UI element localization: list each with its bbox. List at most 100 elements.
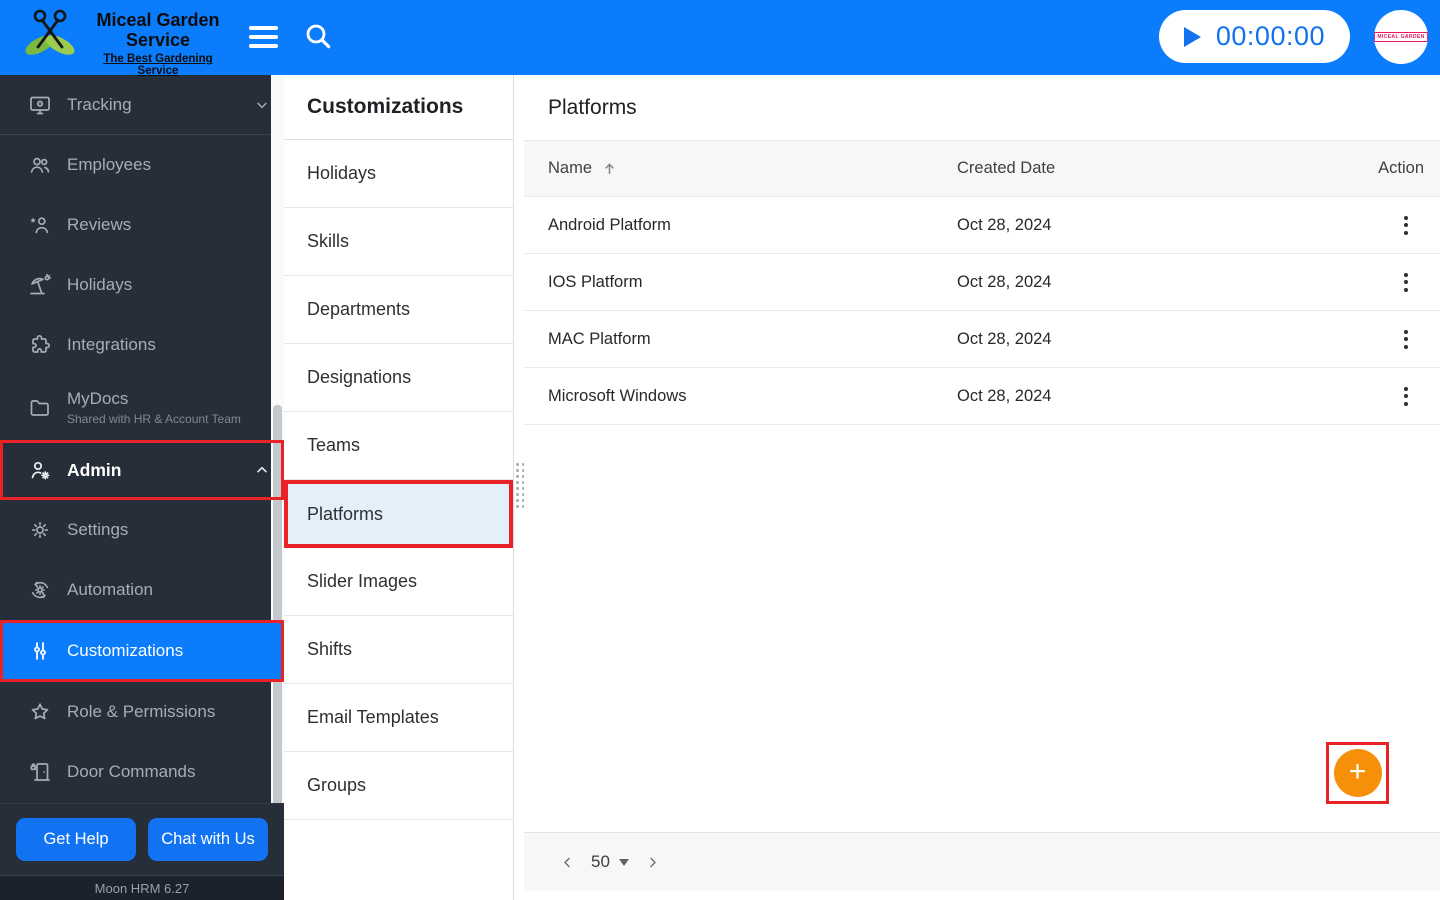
sidebar-item-label: Door Commands — [67, 762, 196, 781]
sidebar: Tracking Employees Reviews Holidays Inte… — [0, 75, 284, 900]
brand-text: Miceal Garden Service The Best Gardening… — [82, 3, 234, 77]
table-row: IOS Platform Oct 28, 2024 — [524, 254, 1440, 311]
next-page-button[interactable] — [643, 850, 663, 874]
created-date-cell: Oct 28, 2024 — [957, 386, 1052, 405]
sidebar-item-tracking[interactable]: Tracking — [0, 75, 284, 135]
sidebar-item-label: Customizations — [67, 641, 184, 660]
created-date-cell: Oct 28, 2024 — [957, 329, 1052, 348]
sidebar-item-door-commands[interactable]: Door Commands — [0, 742, 284, 802]
table-row: MAC Platform Oct 28, 2024 — [524, 311, 1440, 368]
platform-name-cell: IOS Platform — [548, 272, 643, 291]
sidebar-item-settings[interactable]: Settings — [0, 500, 284, 560]
column-header-created-date: Created Date — [957, 159, 1056, 177]
chevron-right-icon — [650, 857, 657, 867]
search-icon — [306, 24, 331, 48]
created-date-cell: Oct 28, 2024 — [957, 215, 1052, 234]
row-actions-kebab-icon[interactable] — [1388, 321, 1424, 357]
sidebar-item-automation[interactable]: Automation — [0, 560, 284, 620]
customizations-sliders-icon — [34, 642, 46, 660]
row-actions-kebab-icon[interactable] — [1388, 207, 1424, 243]
sidebar-item-customizations[interactable]: Customizations — [0, 620, 284, 682]
subnav-item-shifts[interactable]: Shifts — [284, 616, 513, 684]
get-help-button[interactable]: Get Help — [16, 818, 136, 861]
row-actions-kebab-icon[interactable] — [1388, 264, 1424, 300]
brand-tagline: The Best Gardening Service — [103, 53, 213, 78]
door-commands-icon — [30, 763, 50, 781]
sidebar-item-label: Employees — [67, 155, 152, 174]
avatar[interactable]: MICEAL GARDEN — [1374, 10, 1428, 64]
timer-value: 00:00:00 — [1215, 21, 1325, 51]
sidebar-item-reviews[interactable]: Reviews — [0, 195, 284, 255]
sidebar-footer: Get Help Chat with Us Moon HRM 6.27 — [0, 803, 284, 900]
previous-page-button[interactable] — [557, 850, 577, 874]
subnav-item-slider-images[interactable]: Slider Images — [284, 548, 513, 616]
sort-ascending-icon — [605, 163, 614, 174]
sidebar-item-label: Tracking — [67, 94, 132, 114]
sidebar-item-role-permissions[interactable]: Role & Permissions — [0, 682, 284, 742]
role-permissions-star-icon — [31, 703, 49, 720]
subnav-item-email-templates[interactable]: Email Templates — [284, 684, 513, 752]
timer-button[interactable]: 00:00:00 — [1158, 10, 1350, 63]
platform-name-cell: Android Platform — [548, 215, 671, 234]
subnav-item-groups[interactable]: Groups — [284, 752, 513, 820]
app-version: Moon HRM 6.27 — [0, 875, 284, 900]
column-header-action: Action — [1378, 159, 1424, 177]
subnav-item-teams[interactable]: Teams — [284, 412, 513, 480]
sidebar-item-label: Reviews — [67, 215, 132, 234]
chevron-left-icon — [563, 857, 570, 867]
platform-name-cell: Microsoft Windows — [548, 386, 687, 405]
sidebar-item-integrations[interactable]: Integrations — [0, 315, 284, 375]
sidebar-item-mydocs[interactable]: MyDocs Shared with HR & Account Team — [0, 375, 284, 440]
menu-toggle-button[interactable] — [249, 24, 278, 50]
sidebar-footer-buttons: Get Help Chat with Us — [0, 804, 284, 875]
admin-user-gear-icon — [31, 461, 50, 480]
app-header: Miceal Garden Service The Best Gardening… — [0, 0, 1440, 77]
sidebar-item-label: Settings — [67, 520, 129, 539]
mydocs-folder-icon — [30, 399, 49, 416]
subnav-item-platforms[interactable]: Platforms — [284, 480, 513, 548]
page-title: Platforms — [548, 95, 637, 119]
sidebar-item-label: Holidays — [67, 275, 133, 294]
chevron-down-icon — [257, 102, 267, 108]
fab-highlight-frame: + — [1326, 742, 1389, 804]
subnav-item-designations[interactable]: Designations — [284, 344, 513, 412]
panel-resize-strip[interactable] — [515, 75, 525, 900]
sidebar-item-label: Admin — [67, 459, 122, 480]
add-platform-button[interactable]: + — [1333, 749, 1382, 797]
chat-with-us-button[interactable]: Chat with Us — [148, 818, 268, 861]
brand-logo-icon — [25, 9, 75, 55]
sidebar-item-texts: MyDocs Shared with HR & Account Team — [67, 389, 241, 426]
hamburger-bar — [249, 44, 278, 48]
subnav-item-skills[interactable]: Skills — [284, 208, 513, 276]
settings-gear-icon — [31, 521, 49, 539]
sidebar-item-subtitle: Shared with HR & Account Team — [67, 412, 241, 426]
table-header: Name Created Date Action — [524, 140, 1440, 197]
column-label-name: Name — [548, 159, 593, 177]
row-actions-kebab-icon[interactable] — [1388, 378, 1424, 414]
hamburger-bar — [249, 26, 278, 30]
integrations-puzzle-icon — [32, 334, 51, 353]
subnav-title: Customizations — [284, 75, 513, 140]
brand[interactable]: Miceal Garden Service The Best Gardening… — [18, 3, 234, 77]
table-row: Microsoft Windows Oct 28, 2024 — [524, 368, 1440, 425]
hamburger-bar — [249, 35, 278, 39]
sidebar-item-label: MyDocs — [67, 389, 129, 408]
column-header-name[interactable]: Name — [548, 159, 957, 178]
sidebar-item-holidays[interactable]: Holidays — [0, 255, 284, 315]
search-button[interactable] — [300, 19, 336, 55]
sidebar-item-label: Automation — [67, 580, 153, 599]
subnav-item-departments[interactable]: Departments — [284, 276, 513, 344]
dropdown-caret-icon — [618, 858, 629, 866]
app-window: Miceal Garden Service The Best Gardening… — [0, 0, 1440, 900]
platform-name-cell: MAC Platform — [548, 329, 651, 348]
reviews-icon — [30, 217, 49, 234]
chevron-up-icon — [257, 466, 267, 473]
avatar-label: MICEAL GARDEN — [1374, 32, 1428, 42]
page-size-dropdown[interactable]: 50 — [591, 852, 629, 872]
monitor-tracking-icon — [30, 96, 50, 114]
subnav-item-holidays[interactable]: Holidays — [284, 140, 513, 208]
play-icon — [1183, 26, 1201, 47]
sidebar-item-employees[interactable]: Employees — [0, 135, 284, 195]
brand-title: Miceal Garden Service — [96, 10, 220, 51]
sidebar-item-admin[interactable]: Admin — [0, 440, 284, 500]
